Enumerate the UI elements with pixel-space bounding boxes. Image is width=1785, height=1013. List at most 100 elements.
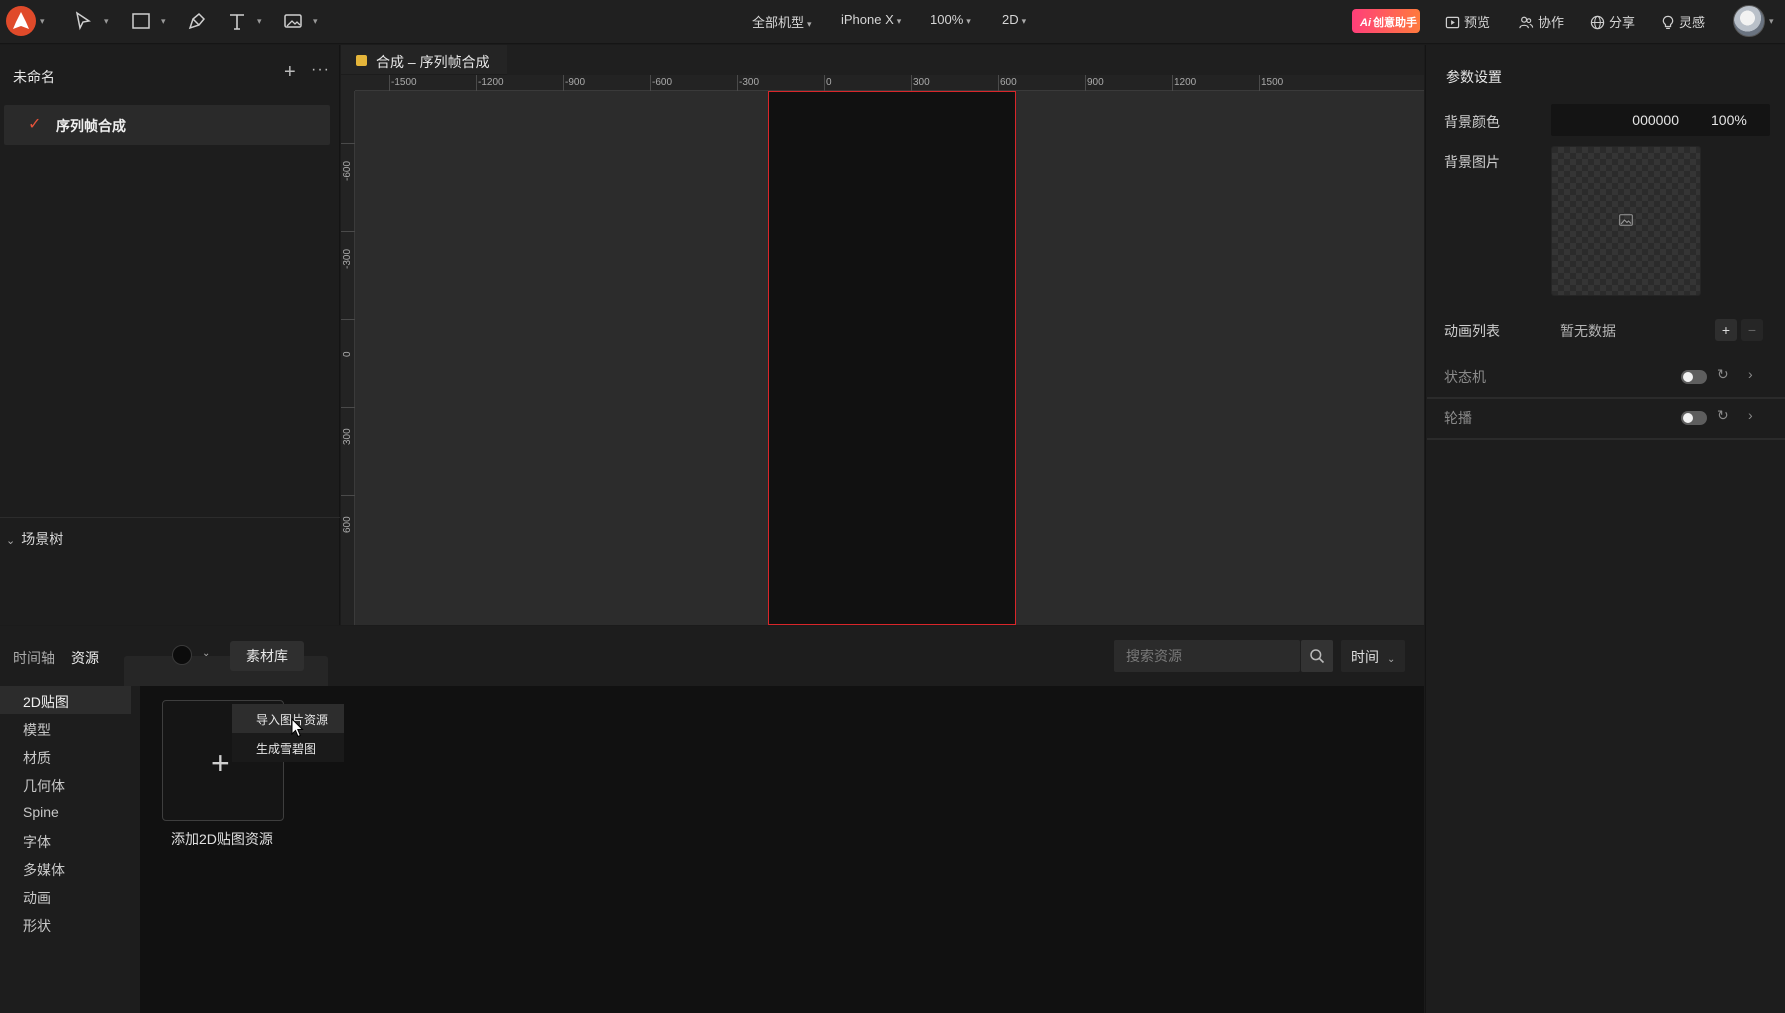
share-button[interactable]: 分享 [1590,12,1635,31]
device-menu[interactable]: 全部机型 ▾ [752,12,812,31]
refresh-icon[interactable]: ↻ [1717,407,1729,424]
preview-button[interactable]: 预览 [1445,12,1490,31]
category-model[interactable]: 模型 [0,714,131,742]
category-font[interactable]: 字体 [0,826,131,854]
state-machine-toggle[interactable] [1681,370,1707,384]
top-toolbar: ▾ ▾ ▾ ▾ ▾ 全部机型 ▾ iPhone X ▾ 100% ▾ 2D ▾ Ai 创意… [0,0,1785,44]
panel-title: 参数设置 [1446,69,1502,85]
chevron-right-icon[interactable]: › [1748,407,1753,423]
text-tool-chevron-icon[interactable]: ▾ [257,16,262,27]
add-animation-button[interactable]: + [1715,319,1737,341]
ruler-tick [1259,75,1260,91]
ruler-tick [911,75,912,91]
preview-icon [1445,16,1460,29]
carousel-label: 轮播 [1444,410,1472,426]
bg-color-opacity[interactable]: 100% [1711,112,1747,128]
select-tool-chevron-icon[interactable]: ▾ [104,16,109,27]
ai-assistant-button[interactable]: Ai 创意助手 [1352,9,1420,33]
section-divider [1427,438,1785,440]
composition-item-label: 序列帧合成 [56,118,126,134]
inspiration-button[interactable]: 灵感 [1661,12,1705,31]
category-spine[interactable]: Spine [0,798,131,826]
carousel-toggle[interactable] [1681,411,1707,425]
select-tool-icon[interactable] [72,10,96,34]
plus-icon: + [211,745,230,781]
avatar-chevron-icon[interactable]: ▾ [1769,16,1774,27]
tab-composition[interactable]: 合成 – 序列帧合成 [341,45,507,75]
bg-image-label: 背景图片 [1444,154,1500,170]
ruler-label: -1500 [391,77,417,88]
composition-icon [356,55,367,66]
tab-bar [507,45,1424,75]
pen-tool-icon[interactable] [186,10,210,34]
zoom-menu[interactable]: 100% ▾ [930,12,971,27]
bg-color-hex[interactable]: 000000 [1551,112,1679,128]
category-2d-texture[interactable]: 2D贴图 [0,686,131,714]
view-mode-menu[interactable]: 2D ▾ [1002,12,1026,27]
ruler-label: 0 [826,77,832,88]
bg-color-field[interactable]: 000000 100% [1551,104,1770,136]
vertical-ruler[interactable]: -600 -300 0 300 600 [341,91,355,625]
text-tool-icon[interactable] [226,10,250,34]
artboard[interactable] [768,91,1016,625]
lightbulb-icon [1662,15,1674,30]
search-button[interactable] [1301,640,1333,672]
ruler-label: 300 [342,428,353,445]
globe-icon [1590,15,1605,30]
canvas-area[interactable]: 合成 – 序列帧合成 -1500 -1200 -900 -600 -300 0 300 600… [341,45,1424,625]
menu-item-import-image[interactable]: 导入图片资源 [232,704,344,733]
ruler-corner [341,75,355,91]
remove-animation-button[interactable]: − [1741,319,1763,341]
chevron-down-icon: ▾ [807,19,812,29]
category-geometry[interactable]: 几何体 [0,770,131,798]
ruler-label: -1200 [478,77,504,88]
ruler-tick [341,143,355,144]
ruler-tick [1085,75,1086,91]
app-logo-icon[interactable] [6,6,36,36]
phone-model-menu[interactable]: iPhone X ▾ [841,12,901,27]
layers-panel: 未命名 + ··· ✓ 序列帧合成 ⌄ 场景树 [0,45,340,625]
tab-timeline[interactable]: 时间轴 [13,648,55,668]
ruler-label: 600 [342,516,353,533]
bg-color-label: 背景颜色 [1444,114,1500,130]
chevron-down-icon: ▾ [1021,16,1027,26]
ruler-label: 1500 [1261,77,1284,88]
chevron-down-icon: ▾ [896,16,902,26]
category-animation[interactable]: 动画 [0,882,131,910]
image-tool-chevron-icon[interactable]: ▾ [313,16,318,27]
category-shape[interactable]: 形状 [0,910,131,938]
ruler-label: -900 [565,77,586,88]
tab-assets[interactable]: 资源 [71,648,99,668]
add-composition-icon[interactable]: + [284,61,296,84]
image-placeholder-icon [1619,214,1633,226]
ruler-label: -600 [342,160,353,181]
category-multimedia[interactable]: 多媒体 [0,854,131,882]
user-avatar[interactable] [1733,5,1765,37]
refresh-icon[interactable]: ↻ [1717,366,1729,383]
rectangle-tool-chevron-icon[interactable]: ▾ [161,16,166,27]
material-library-button[interactable]: 素材库 [230,641,304,671]
collaborate-button[interactable]: 协作 [1518,12,1564,31]
ruler-tick [998,75,999,91]
search-input[interactable] [1114,640,1300,672]
asset-categories: 2D贴图 模型 材质 几何体 Spine 字体 多媒体 动画 形状 [0,686,140,1013]
bg-image-picker[interactable] [1551,146,1701,296]
ruler-label: 1200 [1174,77,1197,88]
rectangle-tool-icon[interactable] [130,10,154,34]
chevron-down-icon[interactable]: ⌄ [202,648,210,659]
ruler-label: -300 [342,248,353,269]
composition-item[interactable]: ✓ 序列帧合成 [4,105,330,145]
scene-tree-toggle[interactable]: ⌄ 场景树 [6,529,63,549]
image-tool-icon[interactable] [282,10,306,34]
menu-item-generate-sprite[interactable]: 生成雪碧图 [232,733,344,762]
color-swatch[interactable] [172,645,192,665]
horizontal-ruler[interactable]: -1500 -1200 -900 -600 -300 0 300 600 900 1200 1500 [355,75,1424,91]
more-options-icon[interactable]: ··· [311,61,330,79]
add-asset-label: 添加2D贴图资源 [171,831,273,847]
chevron-right-icon[interactable]: › [1748,366,1753,382]
logo-chevron-down-icon[interactable]: ▾ [40,16,45,27]
category-material[interactable]: 材质 [0,742,131,770]
properties-panel: 参数设置 背景颜色 000000 100% 背景图片 动画列表 暂无数据 + −… [1425,45,1785,1013]
ruler-tick [737,75,738,91]
sort-select[interactable]: 时间 ⌄ [1341,640,1405,672]
